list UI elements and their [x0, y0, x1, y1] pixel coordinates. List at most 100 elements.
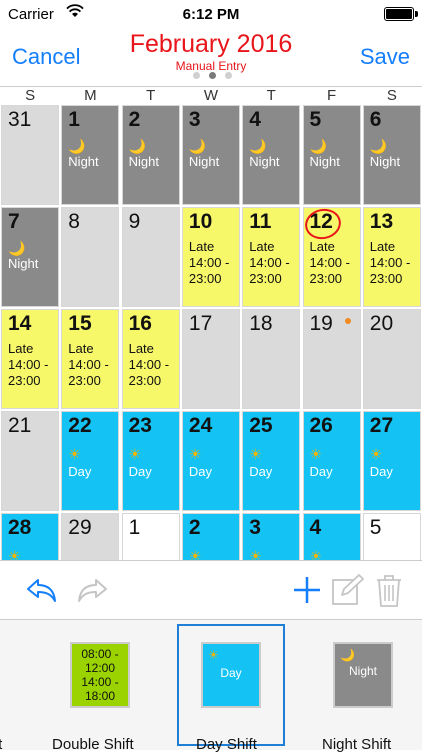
- day-cell[interactable]: 1: [121, 513, 180, 560]
- shift-label: Night: [188, 154, 220, 169]
- day-cell[interactable]: 3 ☀: [242, 513, 301, 560]
- day-number: 13: [369, 210, 394, 233]
- day-number: 9: [128, 210, 141, 233]
- month-title: February 2016: [129, 30, 293, 58]
- day-number: 4: [309, 516, 322, 539]
- day-number: 14: [8, 312, 32, 335]
- day-cell[interactable]: 10 Late 14:00 - 23:00: [181, 207, 240, 307]
- sun-icon: ☀: [68, 446, 81, 462]
- edit-icon[interactable]: [328, 571, 366, 609]
- day-cell[interactable]: 2 ☀: [181, 513, 240, 560]
- day-cell[interactable]: 12 Late 14:00 - 23:00: [301, 205, 361, 307]
- day-number: 7: [8, 210, 20, 233]
- day-cell[interactable]: 4 ☀: [302, 513, 361, 560]
- moon-icon: 🌙: [128, 138, 147, 154]
- page-indicator[interactable]: [162, 72, 262, 82]
- day-cell[interactable]: 13 Late 14:00 - 23:00: [362, 207, 421, 307]
- day-number: 5: [309, 108, 322, 131]
- day-cell[interactable]: 14 Late 14:00 - 23:00: [1, 309, 59, 409]
- shift-label: Late 14:00 - 23:00: [369, 239, 411, 286]
- day-cell[interactable]: 8: [61, 207, 120, 307]
- shift-template-tray: ft 08:00 - 12:00 14:00 - 18:00 Double Shif…: [0, 620, 422, 753]
- weekday-label: T: [266, 87, 276, 104]
- day-cell[interactable]: 27 ☀ Day: [362, 411, 421, 511]
- day-number: 19: [309, 312, 333, 335]
- day-cell[interactable]: 26 ☀ Day: [302, 411, 361, 511]
- day-number: 26: [309, 414, 333, 437]
- save-button[interactable]: Save: [360, 44, 410, 70]
- day-cell[interactable]: 6 🌙 Night: [362, 105, 421, 205]
- weekday-label: M: [84, 87, 97, 104]
- page-dot[interactable]: [224, 72, 232, 79]
- day-number: 29: [68, 516, 92, 539]
- shift-label: Day: [68, 464, 92, 479]
- template-swatch[interactable]: 🌙 Night: [333, 642, 393, 708]
- today-marker: [301, 205, 344, 243]
- undo-icon[interactable]: [22, 571, 60, 609]
- day-cell[interactable]: 24 ☀ Day: [181, 411, 240, 511]
- weekday-label: W: [203, 87, 219, 104]
- day-cell[interactable]: 15 Late 14:00 - 23:00: [61, 309, 120, 409]
- edit-toolbar: [0, 560, 422, 620]
- day-cell[interactable]: 7 🌙 Night: [1, 207, 59, 307]
- day-cell[interactable]: 4 🌙 Night: [242, 105, 301, 205]
- sun-icon: ☀: [249, 446, 262, 462]
- day-cell[interactable]: 20: [362, 309, 421, 409]
- event-dot: [344, 318, 351, 324]
- redo-icon[interactable]: [74, 571, 112, 609]
- template-swatch[interactable]: ☀ Day: [201, 642, 261, 708]
- sun-icon: ☀: [188, 446, 202, 462]
- month-grid: 31 1 🌙 Night 2 🌙 Night 3 🌙 Night 4 🌙 Night 5 🌙 Night 6 🌙 N…: [0, 104, 422, 560]
- shift-label: Night: [68, 154, 99, 169]
- day-cell[interactable]: 19: [302, 309, 361, 409]
- clock: 6:12 PM: [182, 6, 240, 23]
- page-dot[interactable]: [192, 72, 200, 79]
- day-number: 28: [8, 516, 32, 539]
- shift-label: Night: [249, 154, 280, 169]
- day-cell[interactable]: 31: [1, 105, 59, 205]
- mode-subtitle: Manual Entry: [175, 59, 247, 73]
- shift-label: Night: [369, 154, 401, 169]
- day-cell[interactable]: 23 ☀ Day: [121, 411, 180, 511]
- day-cell[interactable]: 28 ☀: [1, 513, 59, 560]
- day-cell[interactable]: 25 ☀ Day: [242, 411, 301, 511]
- day-cell[interactable]: 1 🌙 Night: [61, 105, 120, 205]
- moon-icon: 🌙: [249, 138, 267, 154]
- plus-icon[interactable]: [288, 571, 326, 609]
- day-cell[interactable]: 21: [1, 411, 59, 511]
- day-cell[interactable]: 5: [362, 513, 421, 560]
- shift-label: Day: [128, 464, 152, 479]
- day-number: 25: [249, 414, 273, 437]
- shift-label: Late 14:00 - 23:00: [8, 341, 49, 388]
- day-cell[interactable]: 9: [121, 207, 180, 307]
- template-swatch[interactable]: 08:00 - 12:00 14:00 - 18:00: [70, 642, 130, 708]
- day-cell[interactable]: 18: [242, 309, 301, 409]
- day-number: 17: [188, 312, 213, 335]
- template-swatch-label: 08:00 - 12:00 14:00 - 18:00: [81, 647, 119, 703]
- sun-icon: ☀: [208, 648, 219, 662]
- day-number: 1: [128, 516, 141, 539]
- day-cell[interactable]: 3 🌙 Night: [181, 105, 240, 205]
- page-dot[interactable]: [208, 72, 216, 79]
- day-number: 24: [188, 414, 213, 437]
- sun-icon: ☀: [369, 446, 383, 462]
- shift-label: Night: [309, 154, 340, 169]
- trash-icon[interactable]: [370, 571, 408, 609]
- template-name: Double Shift: [52, 736, 134, 753]
- weekday-label: F: [326, 87, 337, 104]
- sun-icon: ☀: [309, 446, 323, 462]
- day-cell[interactable]: 16 Late 14:00 - 23:00: [121, 309, 180, 409]
- moon-icon: 🌙: [309, 138, 327, 154]
- day-cell[interactable]: 22 ☀ Day: [61, 411, 120, 511]
- day-cell[interactable]: 5 🌙 Night: [302, 105, 361, 205]
- status-bar: Carrier 6:12 PM: [0, 0, 422, 30]
- day-number: 10: [188, 210, 213, 233]
- sun-icon: ☀: [249, 548, 262, 560]
- template-name: Day Shift: [196, 736, 257, 753]
- day-cell[interactable]: 17: [181, 309, 240, 409]
- day-number: 3: [188, 108, 201, 131]
- day-cell[interactable]: 2 🌙 Night: [121, 105, 180, 205]
- day-cell[interactable]: 29: [61, 513, 120, 560]
- day-cell[interactable]: 11 Late 14:00 - 23:00: [242, 207, 301, 307]
- template-swatch-label: Day: [220, 666, 242, 680]
